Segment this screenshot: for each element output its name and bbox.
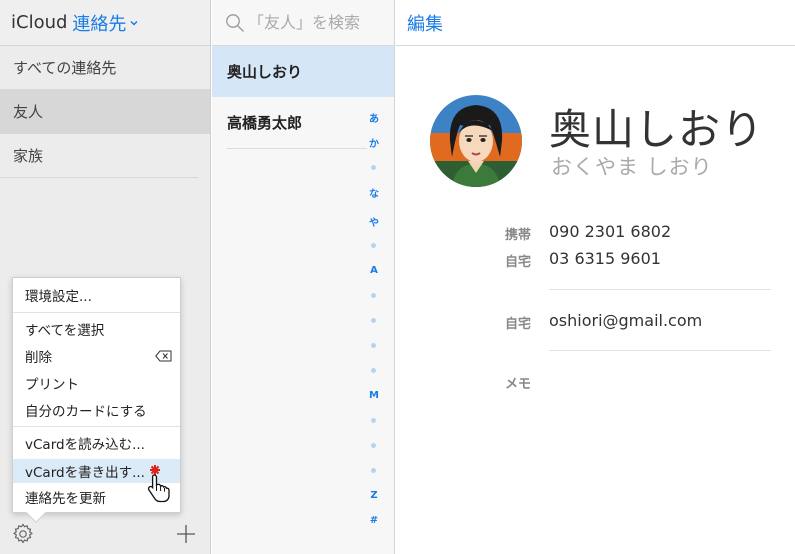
menu-item-import-vcard[interactable]: vCardを読み込む... — [13, 431, 180, 455]
menu-divider — [13, 426, 180, 427]
index-dot — [371, 443, 376, 448]
menu-item-label: 自分のカードにする — [25, 404, 147, 420]
field-label-note: メモ — [504, 377, 531, 392]
plus-icon[interactable] — [176, 524, 196, 544]
index-dot — [371, 343, 376, 348]
menu-item-delete[interactable]: 削除 — [13, 344, 180, 368]
menu-item-label: プリント — [25, 377, 79, 393]
index-letter[interactable]: Z — [364, 490, 384, 501]
contacts-app: iCloud 連絡先 すべての連絡先 友人 家族 環境設定... すべてを選択 … — [0, 0, 795, 554]
contact-full-name: 奥山しおり — [549, 105, 765, 154]
index-dot — [371, 368, 376, 373]
contact-name: 奥山しおり — [227, 63, 303, 81]
groups-toolbar — [0, 514, 210, 554]
section-switcher[interactable]: 連絡先 — [72, 10, 138, 36]
group-item-label: 友人 — [13, 103, 44, 121]
menu-item-label: すべてを選択 — [25, 323, 105, 339]
index-dot — [371, 293, 376, 298]
contact-name: 高橋勇太郎 — [227, 114, 303, 132]
contact-divider — [227, 148, 367, 149]
menu-item-print[interactable]: プリント — [13, 371, 180, 395]
menu-item-label: vCardを書き出す... — [25, 465, 145, 481]
field-divider — [549, 350, 771, 351]
menu-item-label: 削除 — [25, 350, 52, 366]
search-bar — [212, 0, 394, 46]
chevron-down-icon — [130, 20, 138, 26]
field-value-mobile[interactable]: 090 2301 6802 — [549, 222, 671, 241]
section-title: 連絡先 — [72, 13, 127, 35]
detail-header: 編集 — [396, 0, 795, 46]
search-icon — [226, 13, 244, 32]
index-letter[interactable]: # — [364, 515, 384, 526]
field-label-home-email: 自宅 — [504, 317, 531, 332]
avatar — [430, 95, 522, 187]
index-letter[interactable]: A — [364, 265, 384, 276]
menu-item-preferences[interactable]: 環境設定... — [13, 283, 180, 307]
index-dot — [371, 318, 376, 323]
app-name: iCloud — [11, 12, 68, 33]
contact-name-reading: おくやま しおり — [551, 155, 713, 179]
delete-icon — [155, 350, 172, 362]
group-item-all[interactable]: すべての連絡先 — [0, 46, 210, 90]
index-letter[interactable]: M — [364, 390, 384, 401]
index-dot — [371, 468, 376, 473]
menu-item-make-my-card[interactable]: 自分のカードにする — [13, 398, 180, 422]
menu-divider — [13, 312, 180, 313]
index-letter[interactable]: な — [364, 185, 384, 200]
group-item-label: 家族 — [13, 147, 44, 165]
index-letter[interactable]: あ — [364, 110, 384, 125]
edit-button[interactable]: 編集 — [407, 10, 443, 36]
field-divider — [549, 289, 771, 290]
field-label-home-phone: 自宅 — [504, 255, 531, 270]
groups-header: iCloud 連絡先 — [0, 0, 210, 46]
index-letter[interactable]: や — [364, 214, 384, 229]
index-dot — [371, 418, 376, 423]
group-item-family[interactable]: 家族 — [0, 134, 198, 178]
gear-icon[interactable] — [12, 523, 34, 545]
contact-item-okuyama[interactable]: 奥山しおり — [212, 46, 394, 97]
index-dot — [371, 165, 376, 170]
menu-item-label: 環境設定... — [25, 289, 92, 305]
index-dot — [371, 243, 376, 248]
search-input[interactable] — [248, 13, 393, 32]
menu-item-label: vCardを読み込む... — [25, 437, 145, 453]
field-value-home-email[interactable]: oshiori@gmail.com — [549, 311, 702, 330]
group-item-friends[interactable]: 友人 — [0, 90, 210, 134]
index-letter[interactable]: か — [364, 135, 384, 150]
group-item-label: すべての連絡先 — [13, 59, 117, 77]
contact-detail-pane: 編集 奥山しおり おくやま しおり 携帯 090 2301 6802 自宅 03… — [396, 0, 795, 554]
field-label-mobile: 携帯 — [504, 228, 531, 243]
hand-cursor-icon — [147, 465, 170, 503]
menu-item-select-all[interactable]: すべてを選択 — [13, 317, 180, 341]
field-value-home-phone[interactable]: 03 6315 9601 — [549, 249, 661, 268]
contact-list-pane: 奥山しおり 高橋勇太郎 あ か な や A M Z # — [212, 0, 395, 554]
